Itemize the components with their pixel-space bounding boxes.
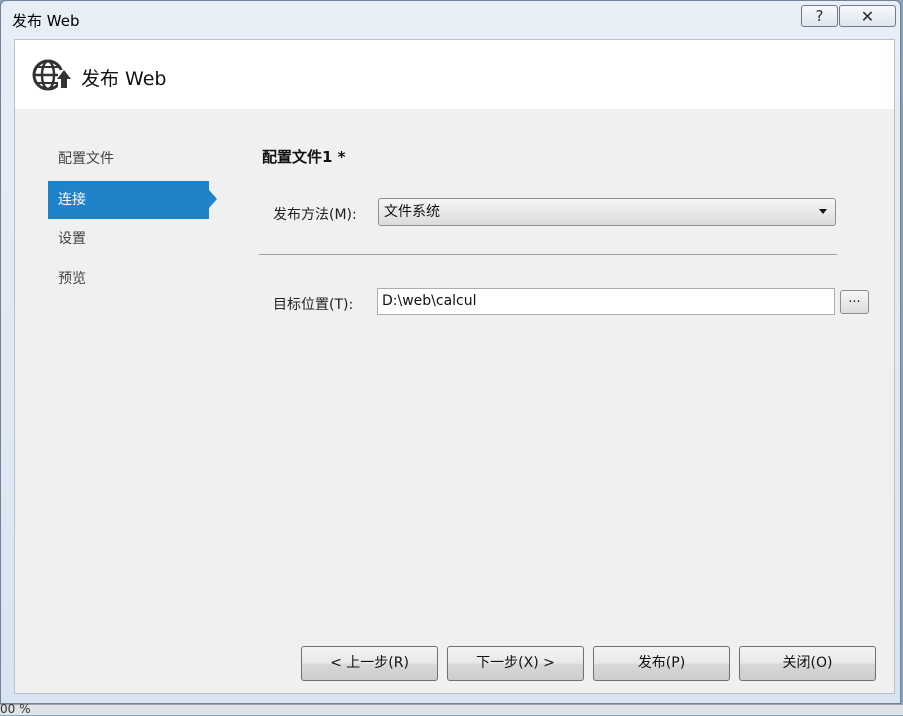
- section-divider: [259, 254, 837, 255]
- next-button[interactable]: 下一步(X) >: [447, 646, 584, 681]
- window-title: 发布 Web: [12, 12, 80, 30]
- publish-method-value: 文件系统: [384, 204, 440, 220]
- nav-item-connection[interactable]: 连接: [48, 181, 209, 219]
- dialog-header: 发布 Web: [15, 40, 894, 109]
- publish-button[interactable]: 发布(P): [593, 646, 730, 681]
- nav-item-label: 连接: [58, 192, 86, 208]
- nav-item-label: 设置: [58, 231, 86, 247]
- dialog-content: 发布 Web 配置文件 连接 设置 预览 配置文件1 * 发布方法(M): 文件…: [14, 39, 895, 694]
- profile-title: 配置文件1 *: [262, 148, 346, 166]
- browse-button[interactable]: ...: [840, 290, 869, 314]
- nav-item-label: 配置文件: [58, 151, 114, 167]
- close-icon: ✕: [860, 6, 875, 26]
- nav-item-profile[interactable]: 配置文件: [48, 140, 209, 178]
- publish-method-select[interactable]: 文件系统: [378, 198, 836, 226]
- help-icon: ?: [815, 7, 824, 25]
- prev-button[interactable]: < 上一步(R): [301, 646, 438, 681]
- publish-web-dialog: 发布 Web ? ✕ 发布 Web 配置文件 连接 设置 预览 配置文件1 * …: [0, 0, 901, 704]
- dialog-header-title: 发布 Web: [81, 68, 167, 90]
- window-close-button[interactable]: ✕: [839, 5, 896, 27]
- background-status-bar: 00 %: [0, 702, 903, 716]
- target-location-input[interactable]: D:\web\calcul: [377, 288, 835, 315]
- chevron-down-icon: [819, 209, 827, 214]
- help-button[interactable]: ?: [801, 5, 838, 27]
- nav-item-label: 预览: [58, 271, 86, 287]
- target-location-label: 目标位置(T):: [273, 297, 354, 313]
- nav-active-pointer: [209, 190, 217, 208]
- globe-publish-icon: [32, 59, 71, 91]
- nav-item-settings[interactable]: 设置: [48, 220, 209, 258]
- publish-method-label: 发布方法(M):: [273, 207, 357, 223]
- close-button[interactable]: 关闭(O): [739, 646, 876, 681]
- nav-item-preview[interactable]: 预览: [48, 260, 209, 298]
